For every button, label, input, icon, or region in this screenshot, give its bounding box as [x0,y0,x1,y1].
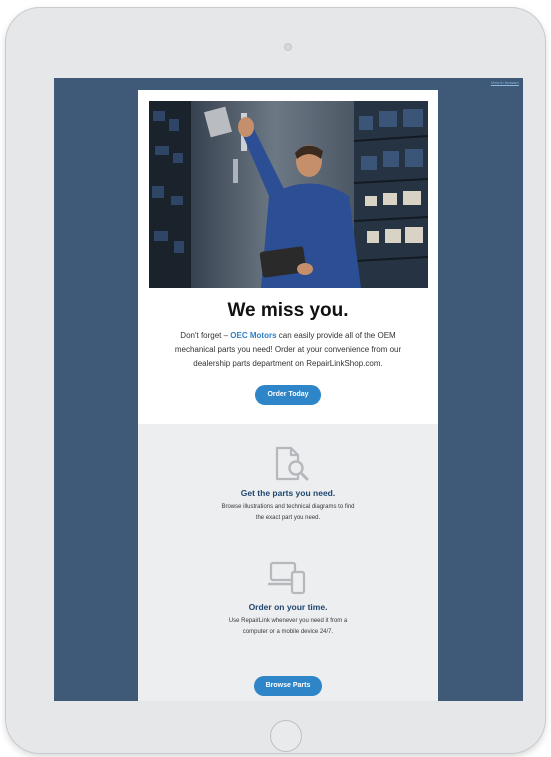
browse-parts-button[interactable]: Browse Parts [254,676,322,696]
tablet-frame: View in browser We miss you. Don't forge… [6,8,545,753]
camera-icon [284,43,292,51]
devices-icon [268,561,306,595]
hero-image [149,101,428,288]
view-in-browser-link[interactable]: View in browser [491,80,519,85]
feature-title-parts: Get the parts you need. [240,488,336,498]
brand-name: OEC Motors [230,331,277,340]
features-section: Get the parts you need. Browse illustrat… [138,424,438,701]
headline: We miss you. [227,300,349,321]
tablet-screen: View in browser We miss you. Don't forge… [54,78,523,701]
feature-title-time: Order on your time. [248,602,328,612]
home-button[interactable] [270,720,302,752]
order-today-button[interactable]: Order Today [255,385,321,405]
email-body: We miss you. Don't forget – OEC Motors c… [138,90,438,701]
feature-desc-parts: Browse illustrations and technical diagr… [221,504,355,521]
feature-desc-time: Use RepairLink whenever you need it from… [228,618,348,635]
intro-text-start: Don't forget – [180,331,231,340]
document-search-icon [275,446,309,481]
intro-text: Don't forget – OEC Motors can easily pro… [160,329,416,371]
